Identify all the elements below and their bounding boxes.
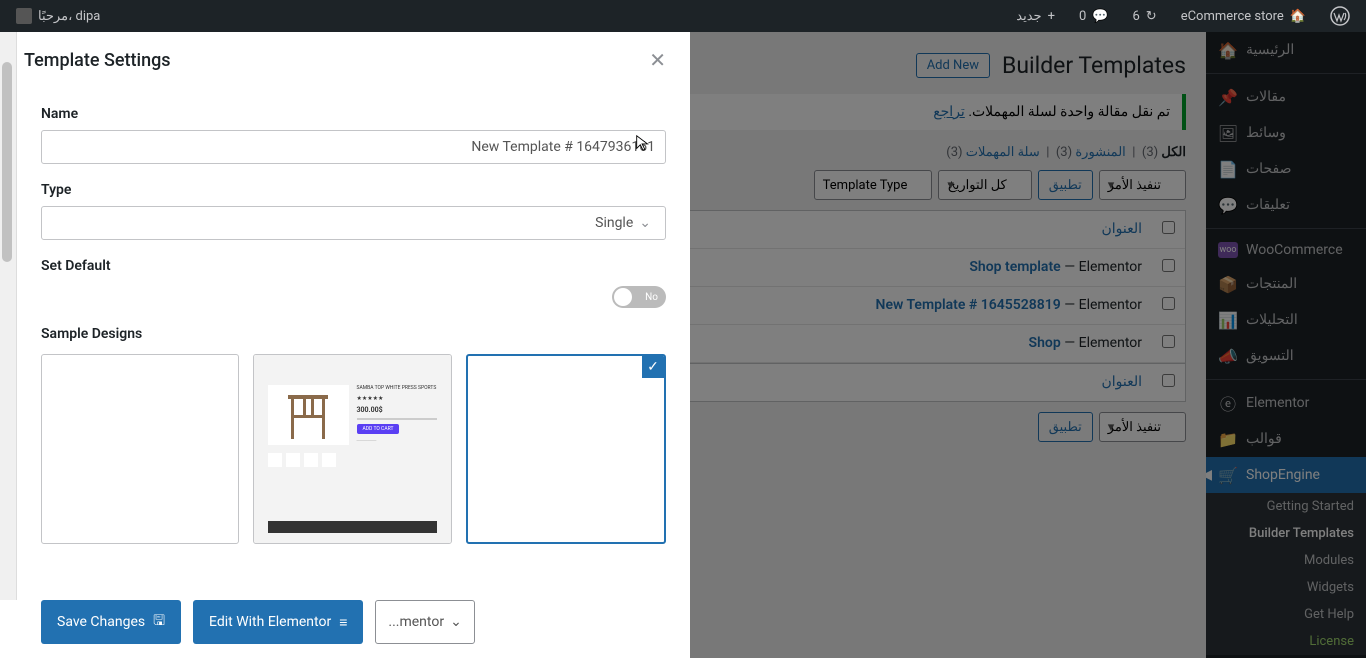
updates-count: 6 [1132, 9, 1139, 24]
design-sample-1[interactable]: SAMBA TOP WHITE PRESS SPORTS★★★★★300.00$… [253, 354, 451, 544]
new-label: جديد [1016, 9, 1041, 24]
save-button[interactable]: Save Changes🖫 [41, 600, 181, 644]
comments-count: 0 [1079, 9, 1086, 24]
more-elementor-button[interactable]: ...mentor [375, 600, 474, 644]
type-select[interactable]: Single [41, 206, 666, 240]
site-name: eCommerce store [1181, 9, 1284, 24]
check-icon: ✓ [642, 356, 664, 378]
admin-site[interactable]: eCommerce store 🏠 [1173, 0, 1314, 32]
admin-bar: مرحبًا، dipa جديد + 0 💬 6 ↻ eCommerce st… [0, 0, 1366, 32]
avatar [16, 8, 32, 24]
design-sample-2[interactable]: ✓ [466, 354, 666, 544]
design-blank[interactable] [41, 354, 239, 544]
home-icon: 🏠 [1290, 9, 1306, 24]
admin-greeting[interactable]: مرحبًا، dipa [8, 0, 108, 32]
admin-updates[interactable]: 6 ↻ [1124, 0, 1164, 32]
template-settings-modal: Template Settings ✕ Name Type Single Set… [0, 32, 690, 658]
name-label: Name [41, 106, 666, 122]
update-icon: ↻ [1146, 9, 1157, 24]
default-label: Set Default [41, 258, 666, 274]
modal-title: Template Settings [24, 50, 171, 71]
comment-icon: 💬 [1092, 9, 1108, 24]
name-input[interactable] [41, 130, 666, 164]
wp-logo[interactable] [1322, 0, 1358, 32]
greeting-text: مرحبًا، dipa [38, 9, 100, 24]
design-preview: SAMBA TOP WHITE PRESS SPORTS★★★★★300.00$… [254, 355, 450, 543]
admin-new[interactable]: جديد + [1008, 0, 1063, 32]
edit-elementor-button[interactable]: Edit With Elementor≡ [193, 600, 363, 644]
elementor-icon: ≡ [339, 614, 347, 631]
modal-overlay[interactable]: Template Settings ✕ Name Type Single Set… [0, 32, 1366, 658]
close-icon[interactable]: ✕ [649, 48, 666, 72]
admin-comments[interactable]: 0 💬 [1071, 0, 1117, 32]
save-icon: 🖫 [153, 610, 165, 634]
designs-label: Sample Designs [41, 326, 666, 342]
default-toggle[interactable]: No [612, 286, 666, 308]
modal-scrollbar[interactable] [0, 32, 17, 600]
type-label: Type [41, 182, 666, 198]
plus-icon: + [1048, 9, 1055, 24]
wordpress-icon [1330, 6, 1350, 26]
